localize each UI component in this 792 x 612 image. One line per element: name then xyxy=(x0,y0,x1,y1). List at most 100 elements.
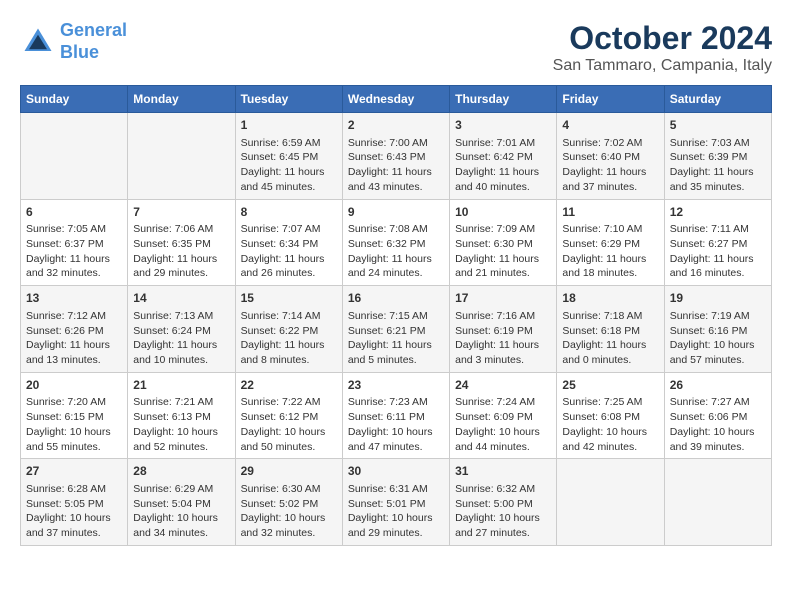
calendar-cell: 13Sunrise: 7:12 AMSunset: 6:26 PMDayligh… xyxy=(21,286,128,373)
day-info: Daylight: 11 hours and 40 minutes. xyxy=(455,165,551,194)
day-info: Sunrise: 7:01 AM xyxy=(455,136,551,151)
calendar-cell: 29Sunrise: 6:30 AMSunset: 5:02 PMDayligh… xyxy=(235,459,342,546)
day-info: Sunset: 6:06 PM xyxy=(670,410,766,425)
day-info: Sunrise: 7:24 AM xyxy=(455,395,551,410)
day-info: Sunrise: 7:00 AM xyxy=(348,136,444,151)
day-info: Sunrise: 6:29 AM xyxy=(133,482,229,497)
calendar-header-row: SundayMondayTuesdayWednesdayThursdayFrid… xyxy=(21,86,772,113)
day-number: 23 xyxy=(348,377,444,394)
day-number: 17 xyxy=(455,290,551,307)
day-info: Sunrise: 7:13 AM xyxy=(133,309,229,324)
header-monday: Monday xyxy=(128,86,235,113)
day-info: Daylight: 11 hours and 13 minutes. xyxy=(26,338,122,367)
calendar-cell: 14Sunrise: 7:13 AMSunset: 6:24 PMDayligh… xyxy=(128,286,235,373)
calendar-cell: 5Sunrise: 7:03 AMSunset: 6:39 PMDaylight… xyxy=(664,113,771,200)
day-info: Sunrise: 7:18 AM xyxy=(562,309,658,324)
day-info: Daylight: 10 hours and 32 minutes. xyxy=(241,511,337,540)
calendar-cell: 9Sunrise: 7:08 AMSunset: 6:32 PMDaylight… xyxy=(342,199,449,286)
day-info: Daylight: 11 hours and 18 minutes. xyxy=(562,252,658,281)
day-info: Sunset: 6:30 PM xyxy=(455,237,551,252)
calendar-cell xyxy=(21,113,128,200)
day-info: Sunset: 6:13 PM xyxy=(133,410,229,425)
calendar-table: SundayMondayTuesdayWednesdayThursdayFrid… xyxy=(20,85,772,546)
day-number: 12 xyxy=(670,204,766,221)
day-number: 2 xyxy=(348,117,444,134)
day-number: 28 xyxy=(133,463,229,480)
day-info: Daylight: 11 hours and 3 minutes. xyxy=(455,338,551,367)
header-tuesday: Tuesday xyxy=(235,86,342,113)
calendar-cell: 6Sunrise: 7:05 AMSunset: 6:37 PMDaylight… xyxy=(21,199,128,286)
day-number: 7 xyxy=(133,204,229,221)
day-info: Daylight: 10 hours and 37 minutes. xyxy=(26,511,122,540)
day-info: Daylight: 10 hours and 47 minutes. xyxy=(348,425,444,454)
calendar-cell: 20Sunrise: 7:20 AMSunset: 6:15 PMDayligh… xyxy=(21,372,128,459)
day-info: Sunset: 6:26 PM xyxy=(26,324,122,339)
day-number: 10 xyxy=(455,204,551,221)
calendar-cell: 26Sunrise: 7:27 AMSunset: 6:06 PMDayligh… xyxy=(664,372,771,459)
day-info: Sunrise: 7:08 AM xyxy=(348,222,444,237)
day-number: 15 xyxy=(241,290,337,307)
day-info: Sunset: 6:24 PM xyxy=(133,324,229,339)
day-info: Sunset: 6:40 PM xyxy=(562,150,658,165)
header-friday: Friday xyxy=(557,86,664,113)
day-info: Sunrise: 7:14 AM xyxy=(241,309,337,324)
week-row-2: 6Sunrise: 7:05 AMSunset: 6:37 PMDaylight… xyxy=(21,199,772,286)
week-row-4: 20Sunrise: 7:20 AMSunset: 6:15 PMDayligh… xyxy=(21,372,772,459)
day-info: Sunrise: 6:28 AM xyxy=(26,482,122,497)
day-info: Sunset: 6:08 PM xyxy=(562,410,658,425)
day-info: Daylight: 10 hours and 39 minutes. xyxy=(670,425,766,454)
day-info: Sunrise: 7:02 AM xyxy=(562,136,658,151)
day-info: Sunset: 5:02 PM xyxy=(241,497,337,512)
calendar-cell: 18Sunrise: 7:18 AMSunset: 6:18 PMDayligh… xyxy=(557,286,664,373)
day-info: Sunset: 6:09 PM xyxy=(455,410,551,425)
month-title: October 2024 xyxy=(553,20,772,57)
day-info: Sunset: 6:12 PM xyxy=(241,410,337,425)
calendar-cell: 4Sunrise: 7:02 AMSunset: 6:40 PMDaylight… xyxy=(557,113,664,200)
day-info: Sunrise: 7:03 AM xyxy=(670,136,766,151)
day-info: Daylight: 11 hours and 21 minutes. xyxy=(455,252,551,281)
day-number: 20 xyxy=(26,377,122,394)
day-info: Sunset: 6:19 PM xyxy=(455,324,551,339)
calendar-cell: 2Sunrise: 7:00 AMSunset: 6:43 PMDaylight… xyxy=(342,113,449,200)
day-info: Sunset: 6:45 PM xyxy=(241,150,337,165)
day-info: Sunset: 5:05 PM xyxy=(26,497,122,512)
calendar-cell xyxy=(664,459,771,546)
day-number: 21 xyxy=(133,377,229,394)
day-info: Sunset: 6:37 PM xyxy=(26,237,122,252)
day-info: Sunrise: 7:22 AM xyxy=(241,395,337,410)
day-info: Sunrise: 7:25 AM xyxy=(562,395,658,410)
calendar-cell xyxy=(557,459,664,546)
day-info: Sunset: 6:18 PM xyxy=(562,324,658,339)
header-wednesday: Wednesday xyxy=(342,86,449,113)
day-info: Daylight: 11 hours and 32 minutes. xyxy=(26,252,122,281)
day-number: 11 xyxy=(562,204,658,221)
page-header: General Blue October 2024 San Tammaro, C… xyxy=(20,20,772,75)
day-info: Sunset: 6:15 PM xyxy=(26,410,122,425)
day-info: Daylight: 11 hours and 35 minutes. xyxy=(670,165,766,194)
day-number: 5 xyxy=(670,117,766,134)
day-info: Sunset: 5:00 PM xyxy=(455,497,551,512)
header-saturday: Saturday xyxy=(664,86,771,113)
calendar-cell: 23Sunrise: 7:23 AMSunset: 6:11 PMDayligh… xyxy=(342,372,449,459)
day-info: Daylight: 11 hours and 8 minutes. xyxy=(241,338,337,367)
calendar-cell: 3Sunrise: 7:01 AMSunset: 6:42 PMDaylight… xyxy=(450,113,557,200)
day-info: Sunrise: 7:21 AM xyxy=(133,395,229,410)
calendar-cell: 28Sunrise: 6:29 AMSunset: 5:04 PMDayligh… xyxy=(128,459,235,546)
day-info: Daylight: 10 hours and 50 minutes. xyxy=(241,425,337,454)
calendar-cell: 25Sunrise: 7:25 AMSunset: 6:08 PMDayligh… xyxy=(557,372,664,459)
day-number: 27 xyxy=(26,463,122,480)
day-info: Sunrise: 7:11 AM xyxy=(670,222,766,237)
calendar-cell: 7Sunrise: 7:06 AMSunset: 6:35 PMDaylight… xyxy=(128,199,235,286)
day-info: Daylight: 11 hours and 43 minutes. xyxy=(348,165,444,194)
calendar-cell: 12Sunrise: 7:11 AMSunset: 6:27 PMDayligh… xyxy=(664,199,771,286)
day-info: Daylight: 11 hours and 5 minutes. xyxy=(348,338,444,367)
day-info: Sunrise: 6:30 AM xyxy=(241,482,337,497)
logo-text: General Blue xyxy=(60,20,127,63)
calendar-cell: 24Sunrise: 7:24 AMSunset: 6:09 PMDayligh… xyxy=(450,372,557,459)
day-info: Sunrise: 6:59 AM xyxy=(241,136,337,151)
day-info: Sunrise: 7:23 AM xyxy=(348,395,444,410)
day-number: 31 xyxy=(455,463,551,480)
day-info: Sunrise: 7:19 AM xyxy=(670,309,766,324)
day-number: 24 xyxy=(455,377,551,394)
day-number: 6 xyxy=(26,204,122,221)
